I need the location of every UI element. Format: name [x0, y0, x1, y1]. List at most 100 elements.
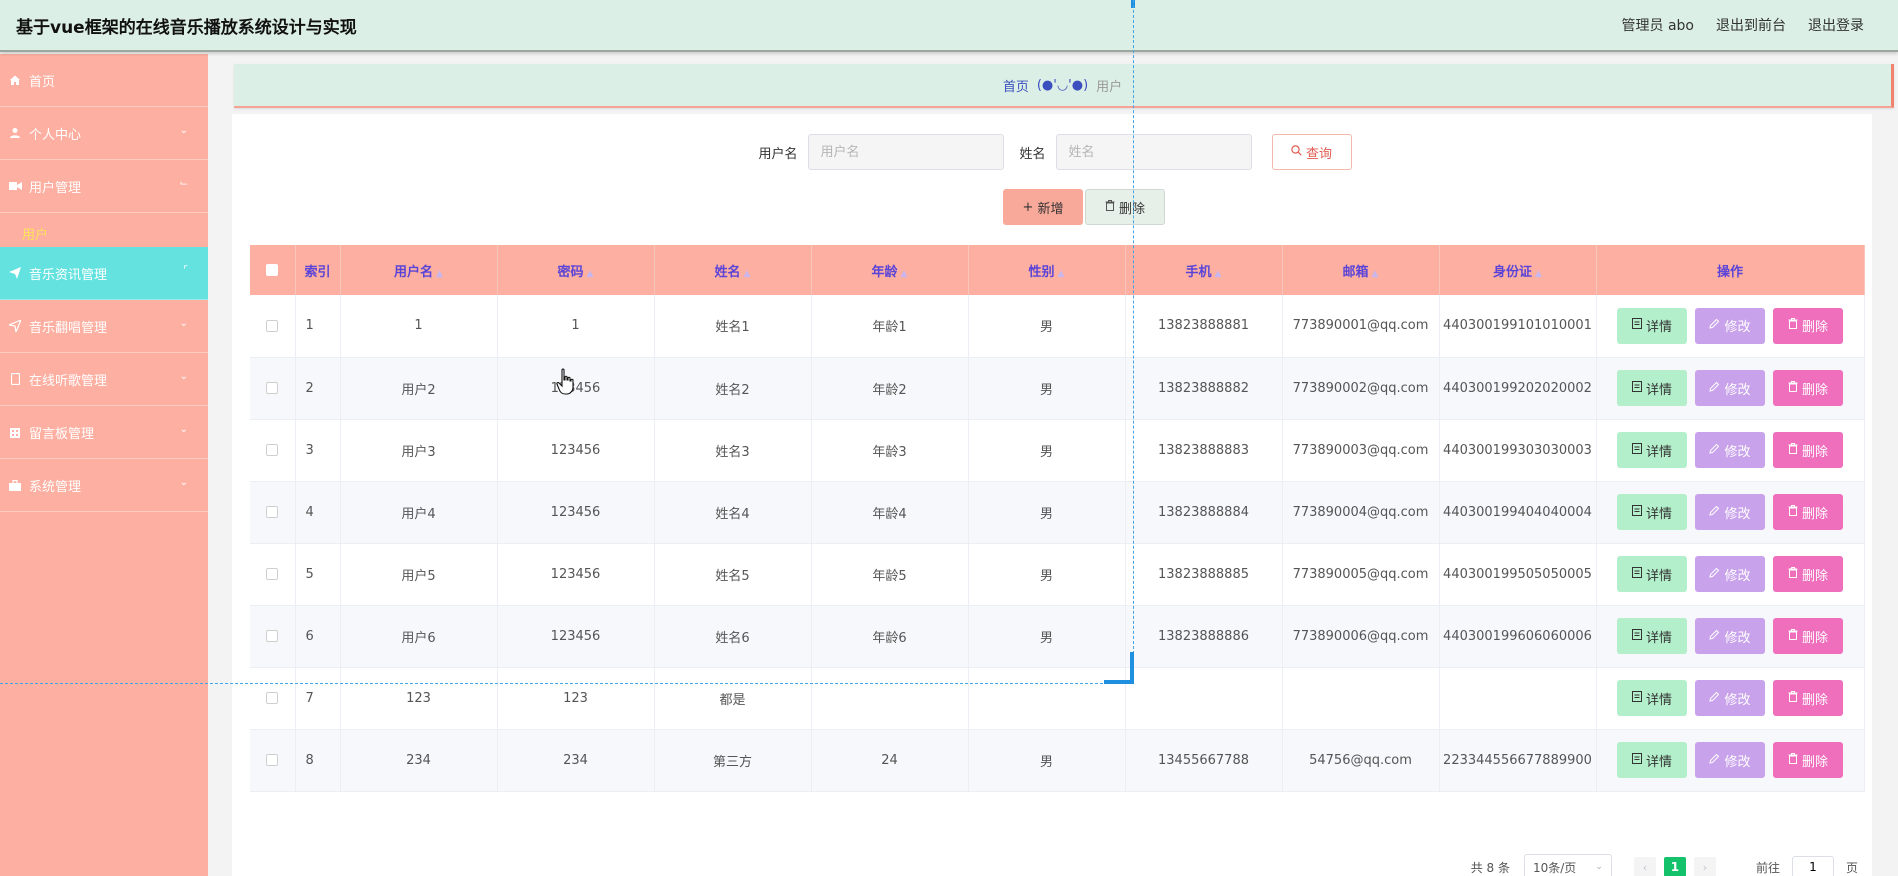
prev-page-button[interactable]: ‹ [1633, 857, 1656, 876]
next-page-button[interactable]: › [1693, 857, 1716, 876]
batch-delete-label: 删除 [1118, 201, 1145, 217]
column-header[interactable]: 年龄 ▲ [811, 245, 969, 295]
delete-button[interactable]: 删除 [1773, 307, 1843, 344]
table-row: 5 用户5 123456 姓名5 年龄5 男 13823888885 773890005@qq… [250, 543, 1865, 606]
row-checkbox[interactable] [266, 319, 279, 332]
page-number[interactable]: 1 [1663, 857, 1686, 876]
pencil-icon [1709, 629, 1720, 644]
batch-delete-button[interactable]: 删除 [1085, 189, 1165, 225]
logout-link[interactable]: 退出登录 [1808, 15, 1864, 35]
breadcrumb-home[interactable]: 首页 [1003, 76, 1029, 95]
detail-button[interactable]: 详情 [1617, 307, 1687, 344]
sidebar-item-home[interactable]: 首页 [0, 54, 208, 107]
delete-button[interactable]: 删除 [1773, 618, 1843, 654]
chevron-down-icon: ⌄ [179, 371, 188, 382]
detail-button[interactable]: 详情 [1617, 556, 1687, 592]
column-header[interactable]: 姓名 ▲ [654, 245, 812, 295]
username-label: 用户名 [758, 146, 798, 162]
edit-button[interactable]: 修改 [1695, 370, 1765, 406]
detail-button[interactable]: 详情 [1617, 742, 1687, 778]
row-checkbox[interactable] [266, 568, 279, 580]
delete-button[interactable]: 删除 [1773, 494, 1843, 530]
app-title: 基于vue框架的在线音乐播放系统设计与实现 [16, 17, 357, 38]
row-checkbox[interactable] [266, 382, 279, 394]
column-header[interactable]: 邮箱 ▲ [1282, 245, 1440, 295]
cell-email: 773890006@qq.com [1282, 605, 1440, 668]
sidebar-item-message-board[interactable]: 留言板管理 ⌄ [0, 406, 208, 459]
detail-button[interactable]: 详情 [1617, 680, 1687, 716]
sort-icon: ▲ [436, 268, 443, 279]
row-checkbox[interactable] [266, 630, 279, 642]
edit-button[interactable]: 修改 [1695, 742, 1765, 778]
submenu-item-user[interactable]: 用户 [0, 213, 208, 247]
column-header[interactable]: 用户名 ▲ [340, 245, 498, 295]
detail-button[interactable]: 详情 [1617, 618, 1687, 654]
sidebar-item-music-news[interactable]: 音乐资讯管理 ⌜ [0, 247, 208, 300]
sort-icon: ▲ [1535, 268, 1542, 279]
document-icon [1631, 566, 1642, 582]
column-header[interactable]: 性别 ▲ [968, 245, 1126, 295]
goto-page-input[interactable] [1791, 856, 1834, 876]
chevron-down-icon: ⌄ [179, 125, 188, 136]
delete-button[interactable]: 删除 [1773, 680, 1843, 716]
cell-idcard: 440300199303030003 [1439, 419, 1597, 482]
edit-button[interactable]: 修改 [1695, 556, 1765, 592]
cell-email: 773890001@qq.com [1282, 295, 1440, 358]
sidebar-item-user-management[interactable]: 用户管理 ⌙ [0, 160, 208, 213]
document-icon [1631, 442, 1642, 458]
edit-button[interactable]: 修改 [1695, 680, 1765, 716]
chevron-down-icon: ⌄ [179, 477, 188, 488]
name-input[interactable] [1055, 134, 1252, 170]
edit-button[interactable]: 修改 [1695, 307, 1765, 344]
sort-icon: ▲ [1371, 268, 1379, 279]
select-all-checkbox[interactable] [266, 264, 279, 276]
sidebar-item-label: 用户管理 [29, 180, 82, 196]
delete-button[interactable]: 删除 [1773, 742, 1843, 778]
sidebar-item-system[interactable]: 系统管理 ⌄ [0, 459, 208, 512]
row-checkbox[interactable] [266, 444, 279, 456]
delete-button[interactable]: 删除 [1773, 556, 1843, 592]
add-button[interactable]: + 新增 [1003, 189, 1083, 225]
cell-phone: 13823888886 [1125, 605, 1283, 668]
cell-username: 用户6 [340, 605, 498, 668]
delete-button[interactable]: 删除 [1773, 432, 1843, 468]
cell-age: 年龄4 [811, 481, 969, 544]
detail-button[interactable]: 详情 [1617, 370, 1687, 406]
user-icon [8, 126, 22, 140]
sidebar-item-label: 个人中心 [29, 127, 82, 143]
column-header[interactable]: 手机 ▲ [1125, 245, 1283, 295]
edit-button[interactable]: 修改 [1695, 494, 1765, 530]
query-button[interactable]: 查询 [1271, 134, 1352, 170]
detail-button[interactable]: 详情 [1617, 432, 1687, 468]
sort-icon: ▲ [1057, 268, 1065, 279]
table-row: 7 123 123 都是 详情 修改 删除 [250, 667, 1865, 730]
action-bar: + 新增 删除 [232, 189, 1872, 225]
briefcase-icon [8, 478, 22, 492]
delete-button[interactable]: 删除 [1773, 370, 1843, 406]
page-size-select[interactable]: 10条/页 ⌄ [1523, 854, 1612, 876]
sidebar-item-online-listening[interactable]: 在线听歌管理 ⌄ [0, 353, 208, 406]
send-icon [8, 266, 22, 280]
column-header[interactable]: 密码 ▲ [497, 245, 655, 295]
plus-icon: + [1022, 199, 1034, 215]
exit-to-front-link[interactable]: 退出到前台 [1716, 15, 1786, 35]
cell-username: 1 [340, 295, 498, 358]
column-header[interactable]: 身份证 ▲ [1439, 245, 1597, 295]
cell-operations: 详情 修改 删除 [1596, 667, 1865, 730]
detail-button[interactable]: 详情 [1617, 494, 1687, 530]
row-checkbox[interactable] [266, 692, 279, 704]
edit-button[interactable]: 修改 [1695, 618, 1765, 654]
sidebar-item-personal-center[interactable]: 个人中心 ⌄ [0, 107, 208, 160]
cell-idcard: 440300199404040004 [1439, 481, 1597, 544]
search-form: 用户名 姓名 查询 [232, 134, 1872, 170]
row-checkbox[interactable] [266, 506, 279, 518]
edit-button[interactable]: 修改 [1695, 432, 1765, 468]
cell-operations: 详情 修改 删除 [1596, 295, 1865, 358]
row-checkbox[interactable] [266, 754, 279, 766]
sidebar-item-music-cover[interactable]: 音乐翻唱管理 ⌄ [0, 300, 208, 353]
cell-phone: 13823888884 [1125, 481, 1283, 544]
cell-index: 2 [295, 357, 341, 420]
username-input[interactable] [807, 134, 1004, 170]
header-actions: 管理员 abo 退出到前台 退出登录 [1622, 15, 1864, 35]
cell-operations: 详情 修改 删除 [1596, 543, 1865, 606]
